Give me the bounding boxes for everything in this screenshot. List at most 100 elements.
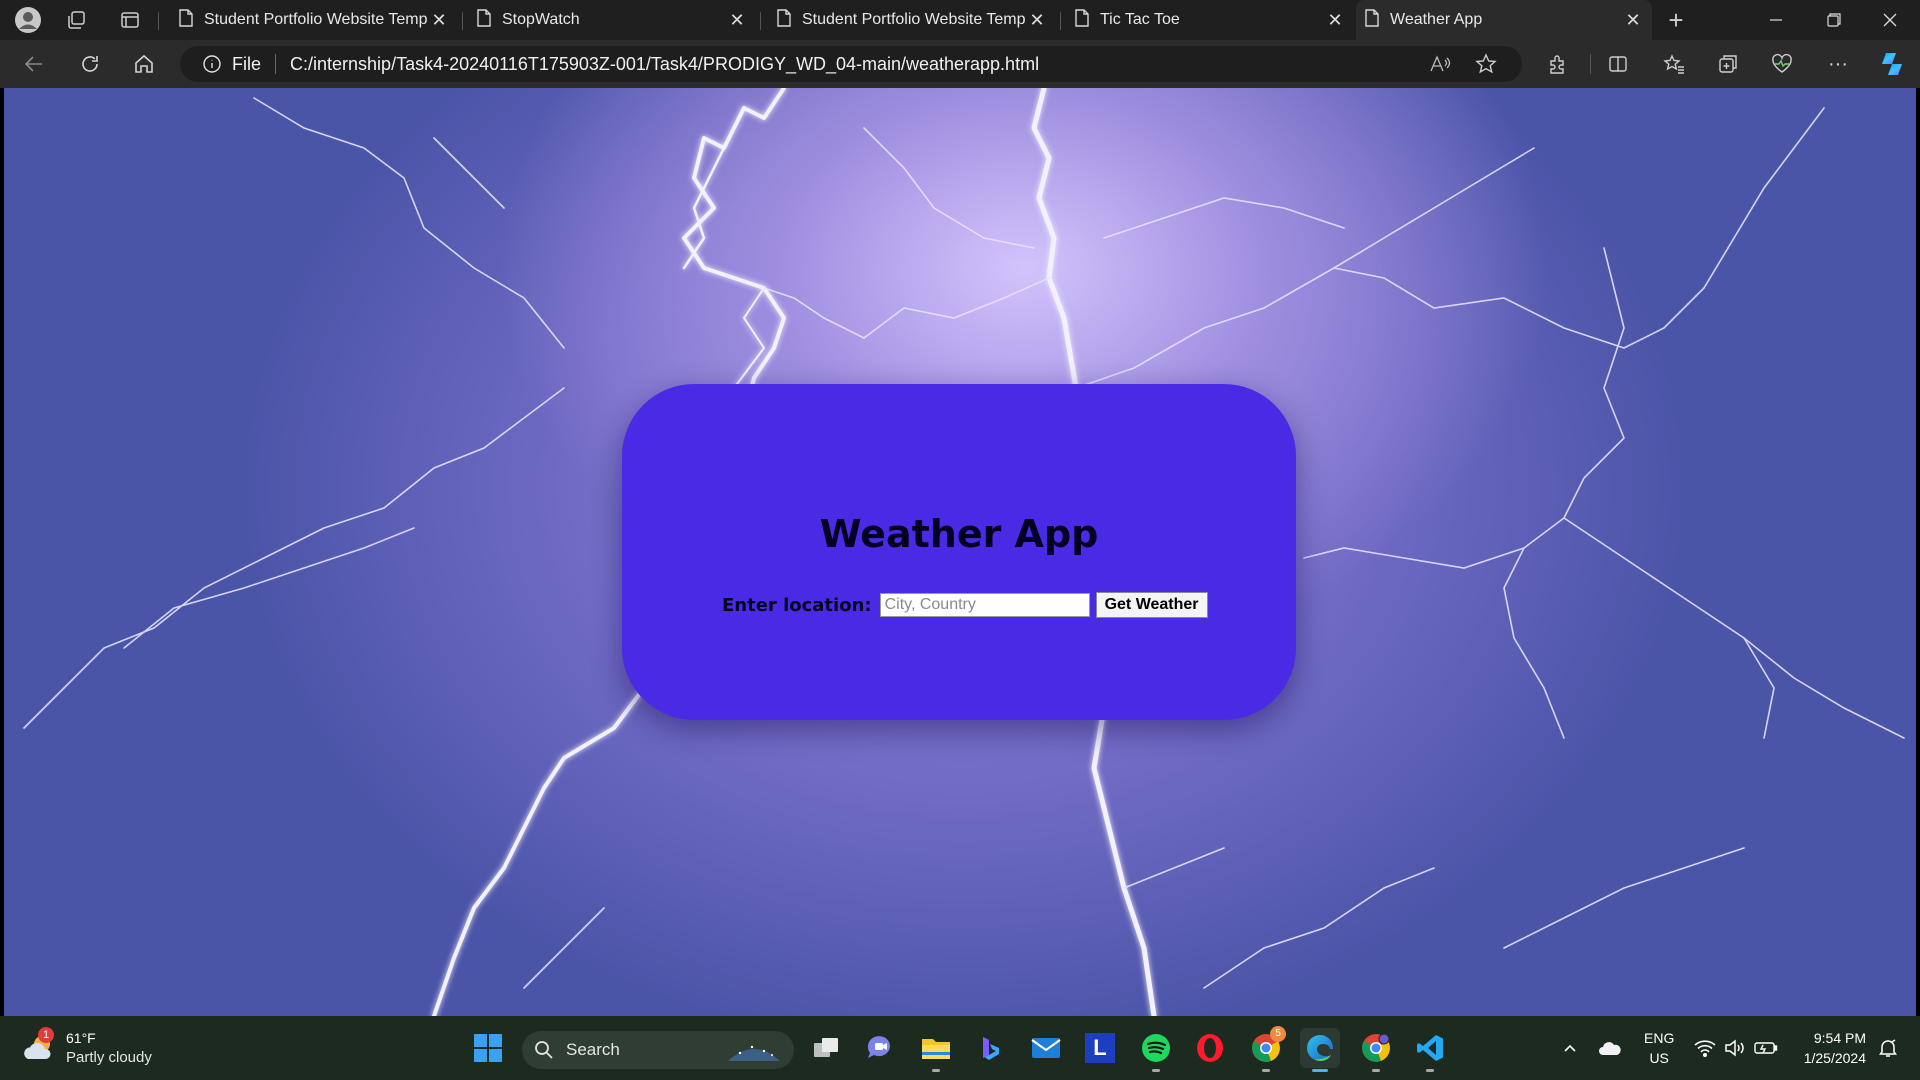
- search-label: Search: [566, 1040, 620, 1059]
- show-hidden-icons-chevron-icon[interactable]: [1562, 1016, 1578, 1080]
- browser-essentials-icon[interactable]: [1764, 48, 1800, 80]
- close-icon[interactable]: ✕: [1622, 10, 1644, 31]
- url-text[interactable]: C:/internship/Task4-20240116T175903Z-001…: [290, 54, 1039, 75]
- weather-badge: 1: [38, 1027, 54, 1043]
- collections-icon[interactable]: [1710, 48, 1746, 80]
- restore-icon[interactable]: [1806, 0, 1862, 40]
- page-icon: [776, 8, 792, 32]
- page-icon: [1074, 8, 1090, 32]
- spotify-icon[interactable]: [1136, 1028, 1176, 1072]
- close-icon[interactable]: ✕: [428, 10, 450, 31]
- tab-separator: [158, 12, 159, 30]
- tab-student-portfolio-2[interactable]: Student Portfolio Website Templa ✕: [768, 4, 1056, 36]
- weather-widget[interactable]: 1 61°F Partly cloudy: [22, 1027, 152, 1068]
- close-icon[interactable]: ✕: [726, 10, 748, 31]
- browser-tabstrip: Student Portfolio Website Templa ✕ StopW…: [0, 0, 1920, 40]
- tab-title: StopWatch: [502, 11, 580, 28]
- input-language-indicator[interactable]: ENG US: [1644, 1016, 1674, 1080]
- location-label: Enter location:: [722, 594, 872, 616]
- get-weather-button[interactable]: Get Weather: [1095, 592, 1208, 618]
- weather-description: Partly cloudy: [66, 1049, 152, 1066]
- partly-cloudy-icon: 1: [22, 1027, 56, 1065]
- system-clock[interactable]: 9:54 PM 1/25/2024: [1790, 1016, 1866, 1080]
- address-bar[interactable]: File C:/internship/Task4-20240116T175903…: [180, 46, 1522, 82]
- refresh-icon[interactable]: [72, 48, 108, 80]
- l-app-icon[interactable]: L: [1080, 1028, 1120, 1068]
- close-icon[interactable]: ✕: [1026, 10, 1048, 31]
- chrome-badge: 5: [1270, 1026, 1286, 1042]
- vscode-icon[interactable]: [1410, 1028, 1450, 1072]
- running-indicator: [1372, 1069, 1380, 1072]
- chrome-icon[interactable]: 5: [1246, 1026, 1286, 1072]
- weather-temperature: 61°F: [66, 1030, 96, 1046]
- tab-title: Tic Tac Toe: [1100, 11, 1180, 28]
- mail-icon[interactable]: [1026, 1028, 1066, 1068]
- tab-separator: [462, 12, 463, 30]
- file-explorer-icon[interactable]: [916, 1028, 956, 1072]
- running-indicator: [1426, 1069, 1434, 1072]
- language-code: ENG: [1644, 1030, 1675, 1046]
- notification-bell-icon[interactable]: [1878, 1016, 1898, 1080]
- task-view-icon[interactable]: [806, 1028, 846, 1068]
- window-close-icon[interactable]: [1862, 0, 1918, 40]
- tab-weather-app[interactable]: Weather App ✕: [1356, 0, 1652, 40]
- bing-copilot-icon[interactable]: [970, 1028, 1010, 1068]
- running-indicator: [1152, 1069, 1160, 1072]
- page-icon: [1364, 8, 1380, 32]
- tab-title: Weather App: [1390, 11, 1483, 28]
- search-highlight-icon: [726, 1037, 782, 1068]
- clock-date: 1/25/2024: [1803, 1050, 1866, 1066]
- home-icon[interactable]: [126, 48, 162, 80]
- tab-title: Student Portfolio Website Templa: [802, 11, 1026, 28]
- tab-actions-icon[interactable]: [114, 4, 146, 36]
- new-tab-button[interactable]: +: [1660, 4, 1692, 36]
- page-icon: [178, 8, 194, 32]
- location-form: Enter location: Get Weather: [722, 592, 1208, 618]
- read-aloud-icon[interactable]: [1424, 48, 1456, 80]
- tab-separator: [1060, 12, 1061, 30]
- edge-icon[interactable]: [1300, 1028, 1340, 1072]
- page-icon: [476, 8, 492, 32]
- tab-separator: [760, 12, 761, 30]
- l-app-letter: L: [1085, 1033, 1115, 1063]
- onedrive-cloud-icon[interactable]: [1598, 1016, 1622, 1080]
- info-icon[interactable]: [202, 54, 224, 74]
- taskbar-search[interactable]: Search: [522, 1031, 794, 1069]
- split-screen-icon[interactable]: [1600, 48, 1636, 80]
- running-indicator: [932, 1069, 940, 1072]
- battery-icon[interactable]: [1754, 1016, 1778, 1080]
- wifi-icon[interactable]: [1694, 1016, 1716, 1080]
- tab-tic-tac-toe[interactable]: Tic Tac Toe ✕: [1066, 4, 1354, 36]
- close-icon[interactable]: ✕: [1324, 10, 1346, 31]
- running-indicator: [1312, 1069, 1328, 1072]
- clock-time: 9:54 PM: [1813, 1030, 1866, 1046]
- profile-avatar-icon[interactable]: [12, 4, 44, 36]
- region-code: US: [1649, 1050, 1669, 1066]
- windows-taskbar: 1 61°F Partly cloudy Search L 5 ENG US 9…: [0, 1016, 1920, 1080]
- opera-icon[interactable]: [1190, 1028, 1230, 1068]
- favorites-icon[interactable]: [1656, 48, 1692, 80]
- running-indicator: [1262, 1069, 1270, 1072]
- tab-title: Student Portfolio Website Templa: [204, 11, 428, 28]
- tab-stopwatch[interactable]: StopWatch ✕: [468, 4, 756, 36]
- address-separator: [275, 54, 277, 74]
- scheme-label: File: [232, 53, 262, 74]
- page-title: Weather App: [819, 512, 1099, 556]
- chrome-profile-icon[interactable]: [1356, 1028, 1396, 1072]
- teams-chat-icon[interactable]: [860, 1028, 900, 1068]
- page-viewport: Weather App Enter location: Get Weather: [4, 88, 1916, 1016]
- volume-icon[interactable]: [1724, 1016, 1746, 1080]
- browser-toolbar: File C:/internship/Task4-20240116T175903…: [0, 40, 1920, 88]
- minimize-icon[interactable]: [1748, 0, 1804, 40]
- favorite-star-icon[interactable]: [1470, 48, 1502, 80]
- toolbar-separator: [1590, 54, 1591, 74]
- weather-card: Weather App Enter location: Get Weather: [622, 384, 1296, 720]
- back-icon[interactable]: [16, 48, 52, 80]
- extensions-icon[interactable]: [1540, 48, 1576, 80]
- copilot-icon[interactable]: [1874, 48, 1910, 80]
- start-menu-icon[interactable]: [468, 1028, 508, 1068]
- location-input[interactable]: [879, 593, 1090, 617]
- more-options-icon[interactable]: ···: [1820, 48, 1856, 80]
- tab-student-portfolio-1[interactable]: Student Portfolio Website Templa ✕: [170, 4, 458, 36]
- workspaces-icon[interactable]: [60, 4, 92, 36]
